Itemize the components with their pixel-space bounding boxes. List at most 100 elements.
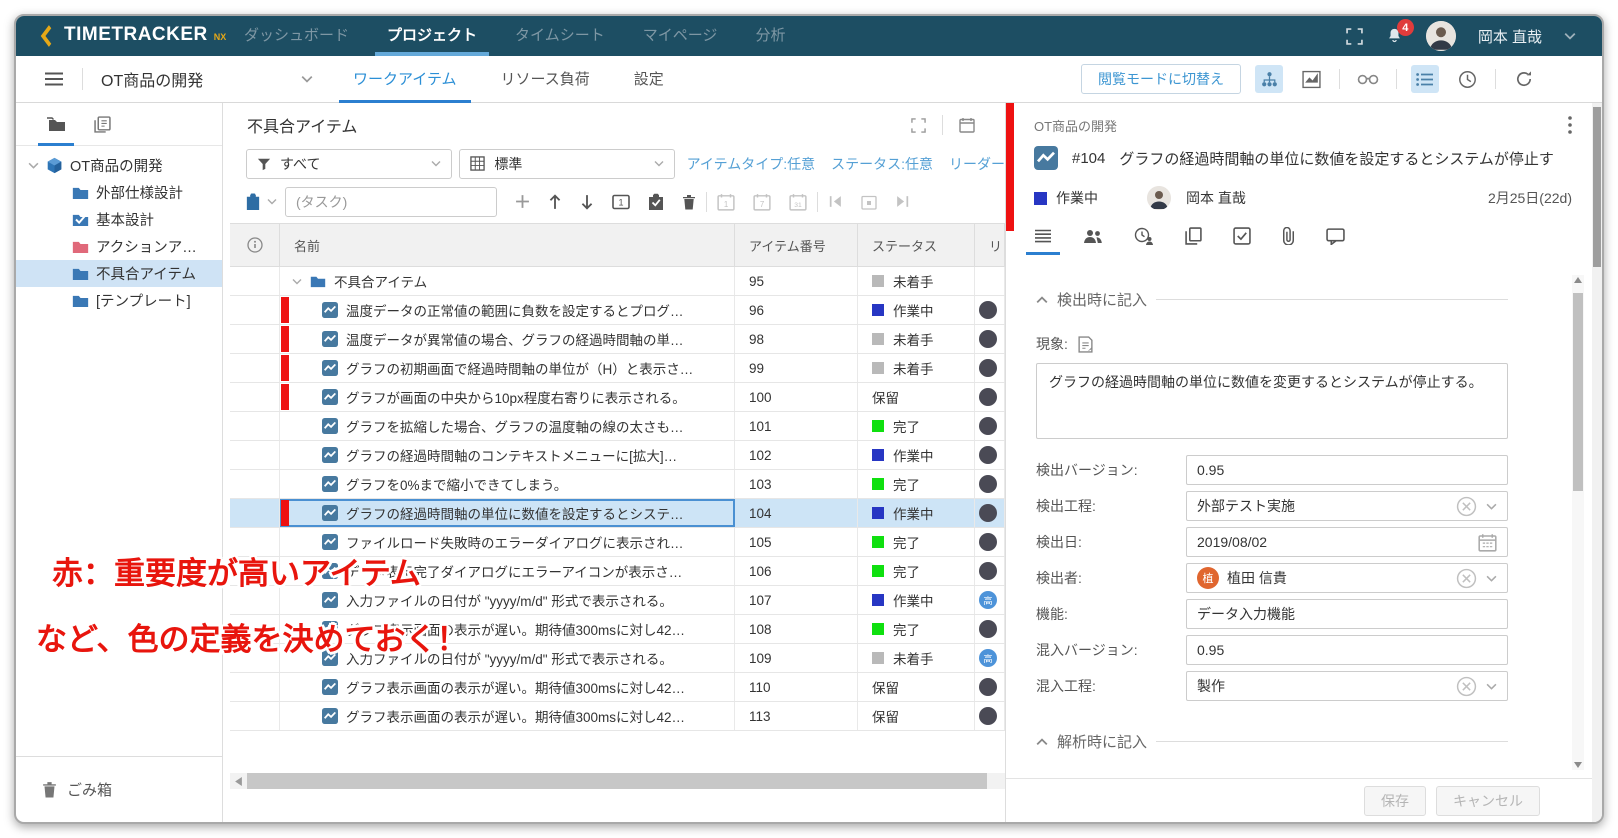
project-selector[interactable]: OT商品の開発: [101, 67, 301, 91]
calendar-day-icon[interactable]: 1: [717, 193, 735, 211]
hierarchy-view-icon[interactable]: [1255, 65, 1283, 93]
project-tab[interactable]: リソース負荷: [501, 56, 590, 103]
iteration-icon[interactable]: 1: [612, 193, 630, 210]
leader-column-header[interactable]: リ: [975, 224, 1005, 266]
topbar-nav-item[interactable]: ダッシュボード: [244, 16, 349, 56]
sidebar-tree-item[interactable]: アクションア…: [16, 233, 222, 260]
info-column-header[interactable]: [230, 224, 280, 266]
field-input[interactable]: 製作: [1186, 671, 1508, 701]
section-analysis[interactable]: 解析時に記入: [1036, 731, 1508, 752]
save-button[interactable]: 保存: [1364, 785, 1426, 816]
table-row[interactable]: グラフを拡縮した場合、グラフの温度軸の線の太さも… 101 完了: [230, 412, 1005, 441]
table-row[interactable]: 入力ファイルの日付が "yyyy/m/d" 形式で表示される。 107 作業中 …: [230, 586, 1005, 615]
table-row[interactable]: グラフ表示画面の表示が遅い。期待値300msに対し42… 110 保留: [230, 673, 1005, 702]
tab-time-record-icon[interactable]: [1134, 217, 1154, 255]
table-row[interactable]: データ表示完了ダイアログにエラーアイコンが表示さ… 106 完了: [230, 557, 1005, 586]
complete-check-icon[interactable]: [648, 193, 664, 210]
more-menu-icon[interactable]: [1568, 116, 1572, 134]
sidebar-tree-item[interactable]: 基本設計: [16, 206, 222, 233]
topbar-nav-item[interactable]: プロジェクト: [375, 16, 490, 56]
chevron-down-icon[interactable]: [1486, 575, 1497, 582]
field-input[interactable]: 0.95: [1186, 455, 1508, 485]
cancel-button[interactable]: キャンセル: [1436, 785, 1540, 816]
quick-filter-link[interactable]: ステータス:任意: [831, 154, 933, 174]
table-row[interactable]: グラフが画面の中央から10px程度右寄りに表示される。 100 保留: [230, 383, 1005, 412]
chevron-down-icon[interactable]: [1486, 683, 1497, 690]
field-input[interactable]: データ入力機能: [1186, 599, 1508, 629]
app-scroll-thumb[interactable]: [1593, 107, 1601, 267]
horizontal-scrollbar[interactable]: [230, 773, 1005, 789]
filter-dropdown[interactable]: すべて: [246, 148, 453, 179]
row-name-cell[interactable]: グラフの初期画面で経過時間軸の単位が（H）と表示さ…: [280, 354, 735, 382]
chevron-down-icon[interactable]: [292, 278, 302, 285]
new-item-type-icon[interactable]: [246, 193, 260, 210]
sidebar-tree-item[interactable]: OT商品の開発: [16, 152, 222, 179]
project-tab[interactable]: 設定: [634, 56, 664, 103]
number-column-header[interactable]: アイテム番号: [735, 224, 858, 266]
section-detection[interactable]: 検出時に記入: [1036, 289, 1508, 310]
view-dropdown[interactable]: 標準: [459, 148, 675, 179]
today-icon[interactable]: [861, 194, 877, 210]
row-name-cell[interactable]: グラフ表示画面の表示が遅い。期待値300msに対し42…: [280, 673, 735, 701]
chevron-down-icon[interactable]: [28, 162, 39, 169]
chevron-down-icon[interactable]: [1486, 503, 1497, 510]
detail-scrollbar[interactable]: [1572, 275, 1584, 770]
refresh-icon[interactable]: [1510, 65, 1538, 93]
sidebar-tree-item[interactable]: 不具合アイテム: [16, 260, 222, 287]
list-view-icon[interactable]: [1411, 65, 1439, 93]
table-row[interactable]: グラフ表示画面の表示が遅い。期待値300msに対し42… 113 保留: [230, 702, 1005, 731]
topbar-nav-item[interactable]: 分析: [755, 16, 785, 56]
user-menu-chevron-icon[interactable]: [1564, 32, 1576, 40]
assignee-name[interactable]: 岡本 直哉: [1186, 188, 1246, 208]
tab-details-icon[interactable]: [1026, 217, 1060, 255]
row-name-cell[interactable]: 入力ファイルの日付が "yyyy/m/d" 形式で表示される。: [280, 644, 735, 672]
row-name-cell[interactable]: グラフを0%まで縮小できてしまう。: [280, 470, 735, 498]
field-input[interactable]: 植 植田 信貴: [1186, 563, 1508, 593]
chart-view-icon[interactable]: [1297, 65, 1325, 93]
row-name-cell[interactable]: グラフを拡縮した場合、グラフの温度軸の線の太さも…: [280, 412, 735, 440]
project-selector-chevron-icon[interactable]: [301, 75, 313, 83]
table-row[interactable]: グラフの経過時間軸の単位に数値を設定するとシステ… 104 作業中: [230, 499, 1005, 528]
hamburger-menu-icon[interactable]: [44, 72, 64, 86]
row-name-cell[interactable]: グラフ表示画面の表示が遅い。期待値300msに対し42…: [280, 615, 735, 643]
clear-icon[interactable]: [1456, 676, 1477, 697]
table-row[interactable]: 温度データの正常値の範囲に負数を設定するとプログ… 96 作業中: [230, 296, 1005, 325]
add-item-icon[interactable]: [515, 194, 530, 209]
table-row[interactable]: グラフの経過時間軸のコンテキストメニューに[拡大]… 102 作業中: [230, 441, 1005, 470]
tab-comments-icon[interactable]: [1326, 217, 1345, 255]
tab-folders-icon[interactable]: [38, 103, 74, 146]
fullscreen-icon[interactable]: [1346, 27, 1363, 45]
move-up-icon[interactable]: [548, 193, 562, 210]
quick-filter-link[interactable]: アイテムタイプ:任意: [687, 154, 816, 174]
calendar-view-icon[interactable]: [959, 117, 975, 133]
row-name-cell[interactable]: データ表示完了ダイアログにエラーアイコンが表示さ…: [280, 557, 735, 585]
calendar-month-icon[interactable]: 31: [789, 193, 807, 211]
delete-icon[interactable]: [682, 194, 696, 210]
tab-members-icon[interactable]: [1083, 217, 1103, 255]
scroll-left-arrow-icon[interactable]: [235, 776, 242, 786]
scroll-up-arrow-icon[interactable]: [1574, 277, 1582, 283]
new-item-type-chevron-icon[interactable]: [267, 198, 277, 205]
app-scrollbar[interactable]: [1592, 103, 1602, 822]
time-history-icon[interactable]: [1453, 65, 1481, 93]
row-name-cell[interactable]: 不具合アイテム: [280, 267, 735, 295]
row-name-cell[interactable]: 温度データが異常値の場合、グラフの経過時間軸の単…: [280, 325, 735, 353]
notifications-bell[interactable]: 4: [1385, 19, 1414, 46]
tab-attachments-icon[interactable]: [1282, 217, 1295, 255]
new-item-input[interactable]: [285, 186, 497, 217]
table-row[interactable]: 入力ファイルの日付が "yyyy/m/d" 形式で表示される。 109 未着手 …: [230, 644, 1005, 673]
tab-checklist-icon[interactable]: [1233, 217, 1251, 255]
row-name-cell[interactable]: グラフ表示画面の表示が遅い。期待値300msに対し42…: [280, 702, 735, 730]
row-name-cell[interactable]: 温度データの正常値の範囲に負数を設定するとプログ…: [280, 296, 735, 324]
field-input[interactable]: 0.95: [1186, 635, 1508, 665]
row-name-cell[interactable]: グラフの経過時間軸のコンテキストメニューに[拡大]…: [280, 441, 735, 469]
status-column-header[interactable]: ステータス: [858, 224, 975, 266]
table-row[interactable]: 不具合アイテム 95 未着手: [230, 267, 1005, 296]
quick-filter-link[interactable]: リーダー: [949, 154, 1005, 174]
table-row[interactable]: 温度データが異常値の場合、グラフの経過時間軸の単… 98 未着手: [230, 325, 1005, 354]
tab-documents-icon[interactable]: [94, 103, 111, 146]
field-input[interactable]: 2019/08/02: [1186, 527, 1508, 557]
skip-last-icon[interactable]: [895, 194, 910, 209]
calendar-icon[interactable]: [1478, 533, 1497, 552]
edit-note-icon[interactable]: [1078, 335, 1093, 353]
